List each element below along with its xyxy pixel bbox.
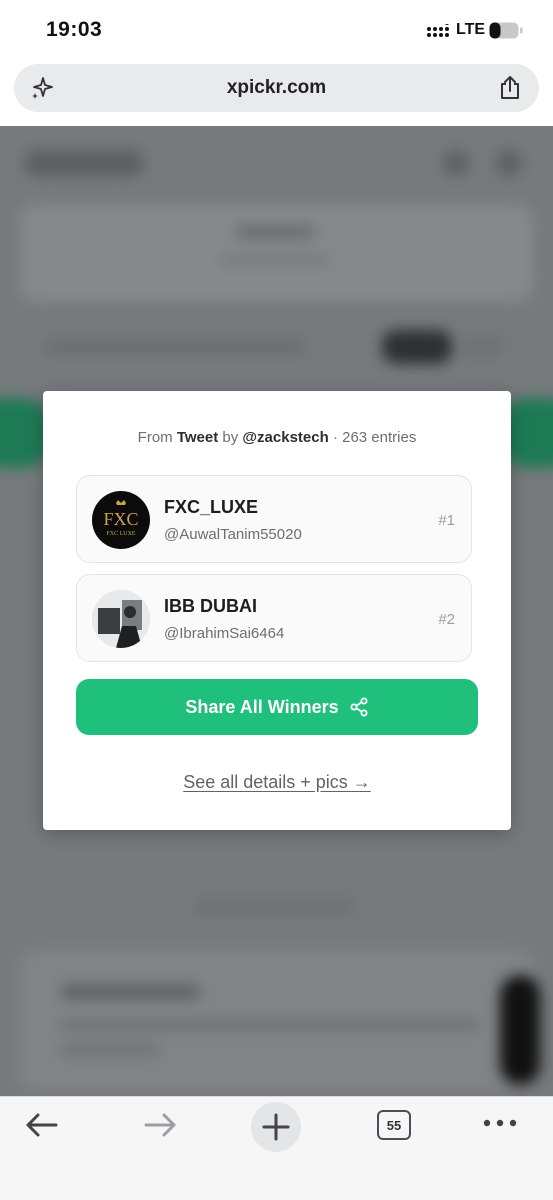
blurred-text xyxy=(60,985,200,999)
signal-icon xyxy=(427,24,449,37)
battery-icon xyxy=(489,22,523,39)
share-all-winners-button[interactable]: Share All Winners xyxy=(76,679,478,735)
winner-rank: #2 xyxy=(438,611,455,628)
network-label: LTE xyxy=(456,21,486,38)
blurred-text xyxy=(220,255,330,265)
blurred-icon xyxy=(443,150,469,176)
source-name: Tweet xyxy=(176,429,219,446)
source-prefix: From xyxy=(137,429,173,446)
blurred-toggle xyxy=(382,330,452,364)
status-bar: 19:03 LTE xyxy=(0,0,553,58)
share-button-label: Share All Winners xyxy=(185,696,339,717)
address-bar[interactable]: xpickr.com xyxy=(14,64,539,112)
blurred-text xyxy=(45,340,305,354)
status-time: 19:03 xyxy=(46,18,103,41)
plus-icon xyxy=(262,1113,290,1141)
avatar-photo xyxy=(92,590,150,648)
blurred-toggle xyxy=(462,335,502,359)
winner-name: IBB DUBAI xyxy=(164,596,257,616)
blurred-logo xyxy=(24,150,144,176)
winner-handle: @AuwalTanim55020 xyxy=(164,526,302,543)
share-page-icon[interactable] xyxy=(497,75,523,101)
blurred-fab xyxy=(500,975,540,1085)
source-by: by xyxy=(222,429,239,446)
winners-modal: From Tweet by @zackstech · 263 entries F… xyxy=(43,391,511,830)
tabs-button[interactable]: 55 xyxy=(377,1110,411,1140)
back-icon[interactable] xyxy=(24,1111,60,1139)
share-icon xyxy=(350,697,368,717)
source-line: From Tweet by @zackstech · 263 entries xyxy=(43,429,511,446)
winner-rank: #1 xyxy=(438,512,455,529)
see-all-details-link[interactable]: See all details + pics → xyxy=(43,772,511,793)
svg-text:FXC LUXE: FXC LUXE xyxy=(106,531,136,537)
avatar: FXC FXC LUXE xyxy=(92,491,150,549)
more-icon[interactable] xyxy=(482,1117,518,1129)
blurred-text xyxy=(195,900,355,914)
new-tab-button[interactable] xyxy=(251,1102,301,1152)
blurred-icon xyxy=(496,150,522,176)
winner-name: FXC_LUXE xyxy=(164,497,259,517)
avatar xyxy=(92,590,150,648)
browser-toolbar: 55 xyxy=(0,1096,553,1200)
winner-card[interactable]: IBB DUBAI @IbrahimSai6464 #2 xyxy=(76,574,472,662)
svg-text:FXC: FXC xyxy=(103,509,138,529)
winner-handle: @IbrahimSai6464 xyxy=(164,625,285,642)
source-author: @zackstech xyxy=(242,429,329,446)
blurred-text xyxy=(235,225,315,239)
winner-card[interactable]: FXC FXC LUXE FXC_LUXE @AuwalTanim55020 #… xyxy=(76,475,472,563)
blurred-text xyxy=(60,1020,480,1030)
url-text[interactable]: xpickr.com xyxy=(14,77,539,99)
blurred-text xyxy=(60,1045,160,1055)
fxc-logo: FXC FXC LUXE xyxy=(103,500,139,537)
forward-icon[interactable] xyxy=(142,1111,178,1139)
entries-count: · 263 entries xyxy=(332,429,417,446)
blurred-card xyxy=(20,205,533,301)
